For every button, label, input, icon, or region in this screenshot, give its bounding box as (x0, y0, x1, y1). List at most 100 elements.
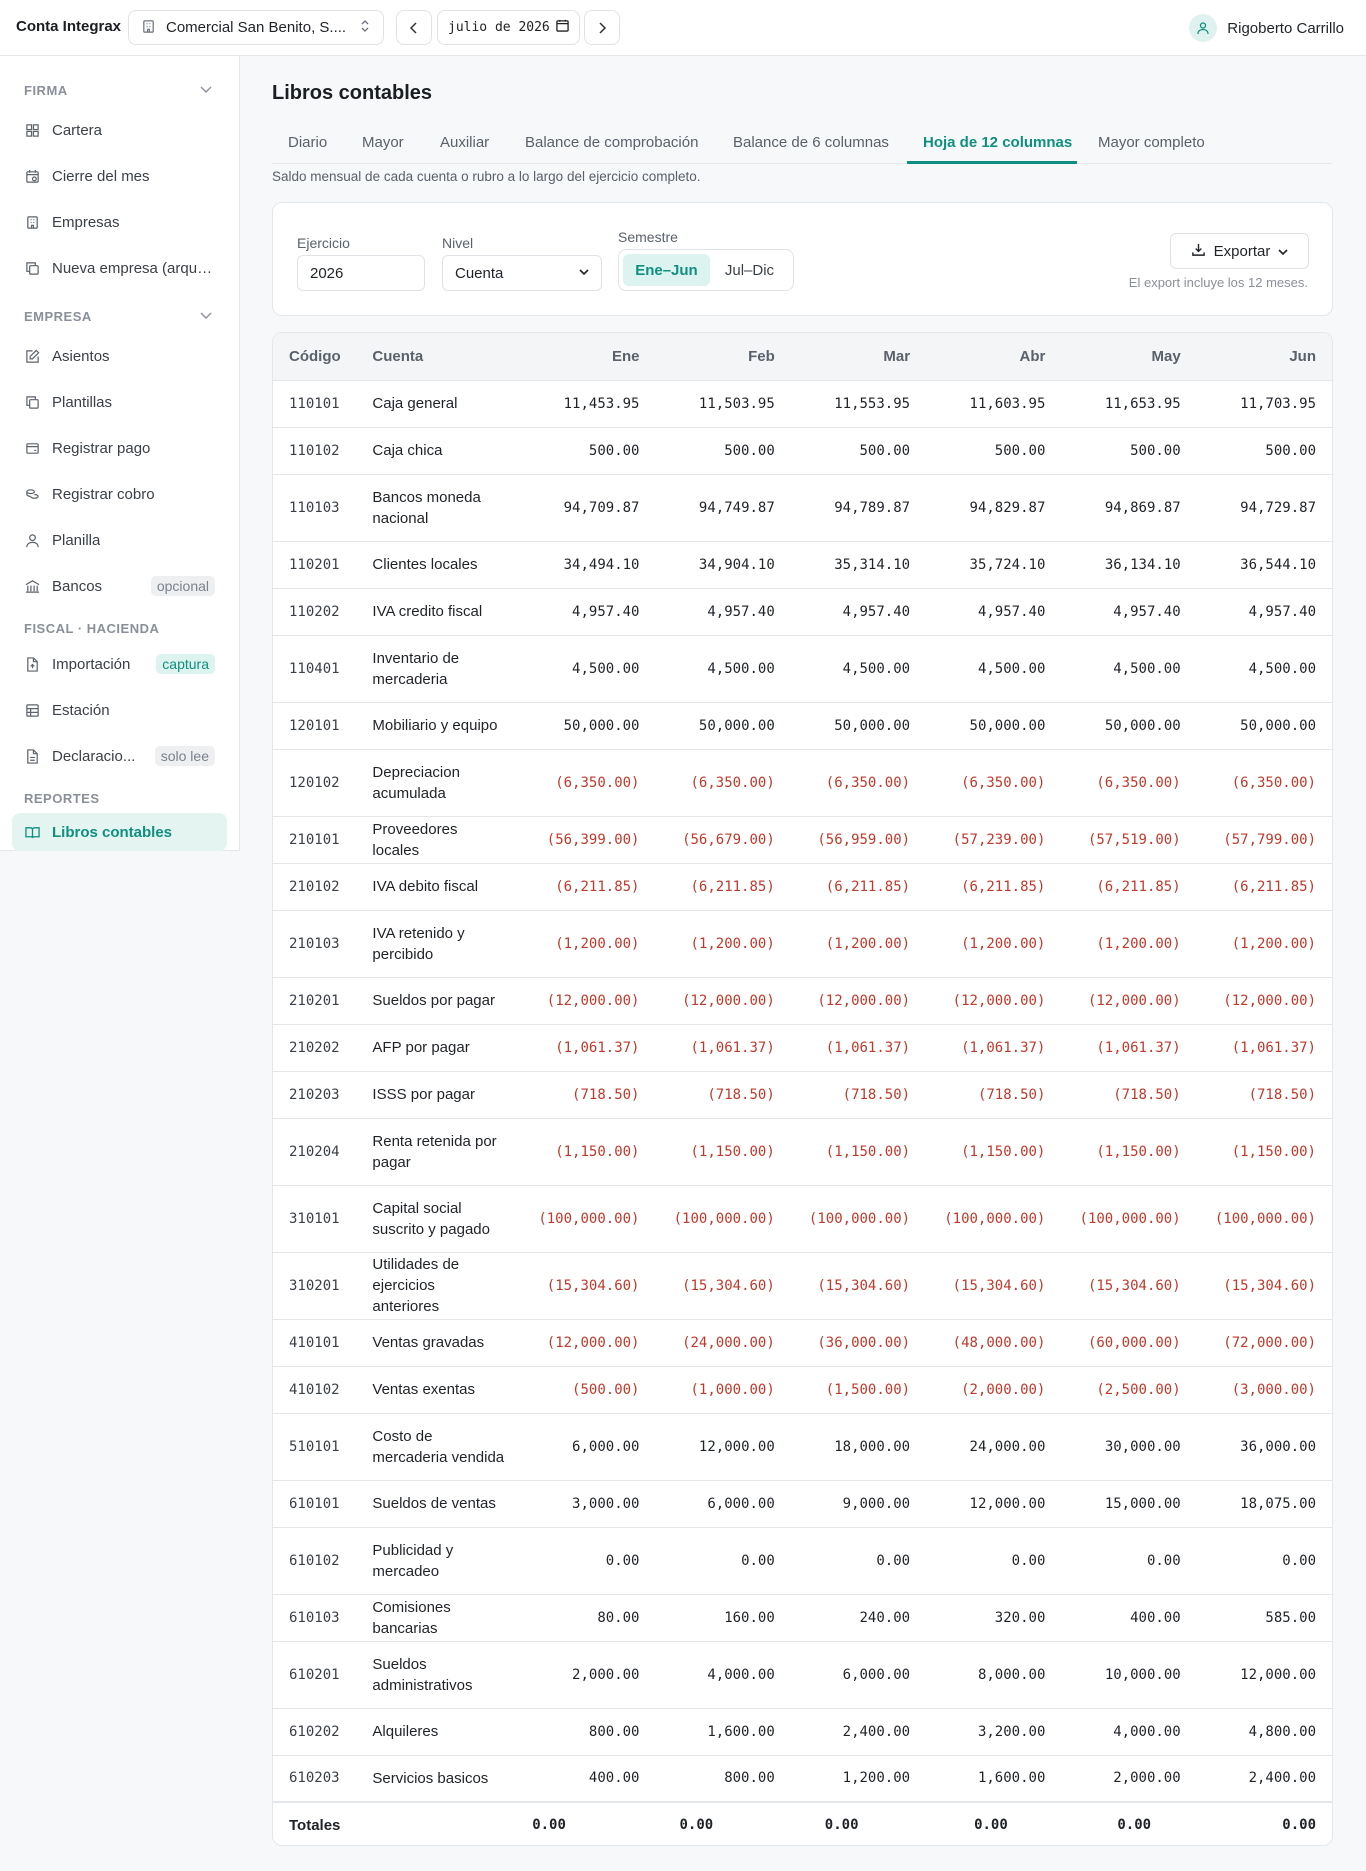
table-row: 110202 IVA credito fiscal 4,957.40 4,957.40… (273, 588, 1332, 636)
balance-cell: 4,500.00 (520, 635, 656, 703)
balance-cell: 2,000.00 (1061, 1755, 1197, 1803)
grid-icon (24, 122, 40, 138)
balance-cell: 160.00 (655, 1594, 791, 1642)
column-header-account: Cuenta (356, 333, 521, 381)
export-button[interactable]: Exportar (1170, 233, 1309, 269)
account-code: 110103 (273, 474, 357, 542)
sidebar-item-cierre-del-mes[interactable]: Cierre del mes (12, 157, 227, 195)
tab-diario[interactable]: Diario (288, 134, 327, 151)
receipt-icon (24, 440, 40, 456)
account-name: Comisiones bancarias (356, 1594, 521, 1642)
account-name: Mobiliario y equipo (356, 702, 521, 750)
chevron-updown-icon (359, 19, 371, 36)
table-row: 110201 Clientes locales 34,494.10 34,904.10… (273, 541, 1332, 589)
account-name: ISSS por pagar (356, 1071, 521, 1119)
sidebar-item-registrar-cobro[interactable]: Registrar cobro (12, 475, 227, 513)
sidebar-item-empresas[interactable]: Empresas (12, 203, 227, 241)
balance-cell: (6,350.00) (790, 749, 927, 817)
balance-cell: 11,453.95 (520, 380, 656, 428)
ejercicio-label: Ejercicio (297, 235, 350, 251)
account-code: 210103 (273, 910, 357, 978)
page-description: Saldo mensual de cada cuenta o rubro a l… (272, 169, 701, 184)
balance-cell: (6,350.00) (1196, 749, 1332, 817)
sidebar-item-registrar-pago[interactable]: Registrar pago (12, 429, 227, 467)
bank-icon (24, 578, 40, 594)
balance-cell: 3,200.00 (926, 1708, 1062, 1756)
table-row: 610103 Comisiones bancarias 80.00 160.00 240… (273, 1594, 1332, 1642)
column-header-month: Ene (520, 333, 656, 381)
balance-cell: 50,000.00 (520, 702, 656, 750)
sidebar-item-nueva-empresa[interactable]: Nueva empresa (arqueti... (12, 249, 227, 287)
sidebar-item-label: Nueva empresa (arqueti... (52, 259, 217, 277)
balance-cell: 800.00 (520, 1708, 656, 1756)
account-code: 110102 (273, 427, 357, 475)
table-row: 410101 Ventas gravadas (12,000.00) (24,000.… (273, 1319, 1332, 1367)
sidebar-item-label: Registrar cobro (52, 485, 155, 503)
balance-cell: (6,350.00) (926, 749, 1062, 817)
balance-cell: (718.50) (655, 1071, 791, 1119)
balance-cell: (1,500.00) (790, 1366, 927, 1414)
sidebar-item-declaraciones[interactable]: Declaracio... solo lee (12, 737, 227, 775)
user-menu[interactable]: Rigoberto Carrillo (1189, 14, 1344, 42)
balance-cell: 35,724.10 (926, 541, 1062, 589)
balance-cell: (2,500.00) (1061, 1366, 1197, 1414)
sidebar-item-plantillas[interactable]: Plantillas (12, 383, 227, 421)
balance-cell: (12,000.00) (520, 1319, 656, 1367)
semestre-jul-dic[interactable]: Jul–Dic (710, 254, 789, 286)
account-code: 610103 (273, 1594, 357, 1642)
balance-cell: 500.00 (520, 427, 656, 475)
balance-cell: 4,957.40 (926, 588, 1062, 636)
tab-auxiliar[interactable]: Auxiliar (440, 134, 489, 151)
section-fiscal: FISCAL · HACIENDA (24, 621, 160, 636)
sidebar-item-importacion[interactable]: Importación captura (12, 645, 227, 683)
prev-month-button[interactable] (396, 10, 432, 45)
sidebar-item-estacion[interactable]: Estación (12, 691, 227, 729)
balance-cell: 4,000.00 (1061, 1708, 1197, 1756)
account-code: 110201 (273, 541, 357, 589)
ejercicio-input[interactable]: 2026 (297, 255, 425, 291)
sidebar-item-cartera[interactable]: Cartera (12, 111, 227, 149)
tab-mayor-completo[interactable]: Mayor completo (1098, 134, 1205, 151)
tab-hoja-12-columnas[interactable]: Hoja de 12 columnas (923, 134, 1072, 151)
table-row: 120102 Depreciacion acumulada (6,350.00) (6… (273, 749, 1332, 817)
chevron-down-icon[interactable] (200, 81, 212, 97)
balance-cell: (100,000.00) (520, 1185, 656, 1253)
nivel-select[interactable]: Cuenta (442, 255, 602, 291)
tab-balance-6-columnas[interactable]: Balance de 6 columnas (733, 134, 889, 151)
filters-card: Ejercicio 2026 Nivel Cuenta Semestre Ene… (272, 202, 1333, 316)
balance-cell: (1,200.00) (790, 910, 927, 978)
calendar-icon[interactable] (556, 19, 569, 36)
nivel-value: Cuenta (455, 264, 504, 282)
tab-balance-comprobacion[interactable]: Balance de comprobación (525, 134, 698, 151)
sidebar-item-planilla[interactable]: Planilla (12, 521, 227, 559)
tab-mayor[interactable]: Mayor (362, 134, 404, 151)
sidebar-item-asientos[interactable]: Asientos (12, 337, 227, 375)
balance-cell: 1,600.00 (926, 1755, 1062, 1803)
semestre-ene-jun[interactable]: Ene–Jun (623, 254, 710, 286)
copy-icon (24, 260, 40, 276)
user-icon (1189, 14, 1218, 42)
balance-cell: 18,075.00 (1196, 1480, 1332, 1528)
company-name: Comercial San Benito, S.... (166, 19, 347, 36)
balance-cell: 4,957.40 (520, 588, 656, 636)
balance-cell: (12,000.00) (926, 977, 1062, 1025)
account-code: 120102 (273, 749, 357, 817)
balance-cell: 500.00 (1196, 427, 1332, 475)
balance-cell: 50,000.00 (1061, 702, 1197, 750)
table-row: 210204 Renta retenida por pagar (1,150.00)… (273, 1118, 1332, 1186)
company-selector[interactable]: Comercial San Benito, S.... (128, 10, 384, 45)
table-row: 210101 Proveedores locales (56,399.00) (56,… (273, 816, 1332, 864)
balance-cell: (56,679.00) (655, 816, 791, 864)
next-month-button[interactable] (584, 10, 620, 45)
month-input[interactable]: julio de 2026 (437, 10, 580, 45)
sidebar-item-bancos[interactable]: Bancos opcional (12, 567, 227, 605)
account-name: Ventas exentas (356, 1366, 521, 1414)
account-code: 210201 (273, 977, 357, 1025)
balance-cell: 0.00 (520, 1527, 656, 1595)
sidebar-item-label: Declaracio... (52, 747, 136, 765)
balance-cell: (12,000.00) (1196, 977, 1332, 1025)
balance-cell: 94,869.87 (1061, 474, 1197, 542)
chevron-down-icon[interactable] (200, 307, 212, 323)
sidebar-item-label: Bancos (52, 577, 103, 595)
sidebar-item-libros-contables[interactable]: Libros contables (12, 813, 227, 851)
